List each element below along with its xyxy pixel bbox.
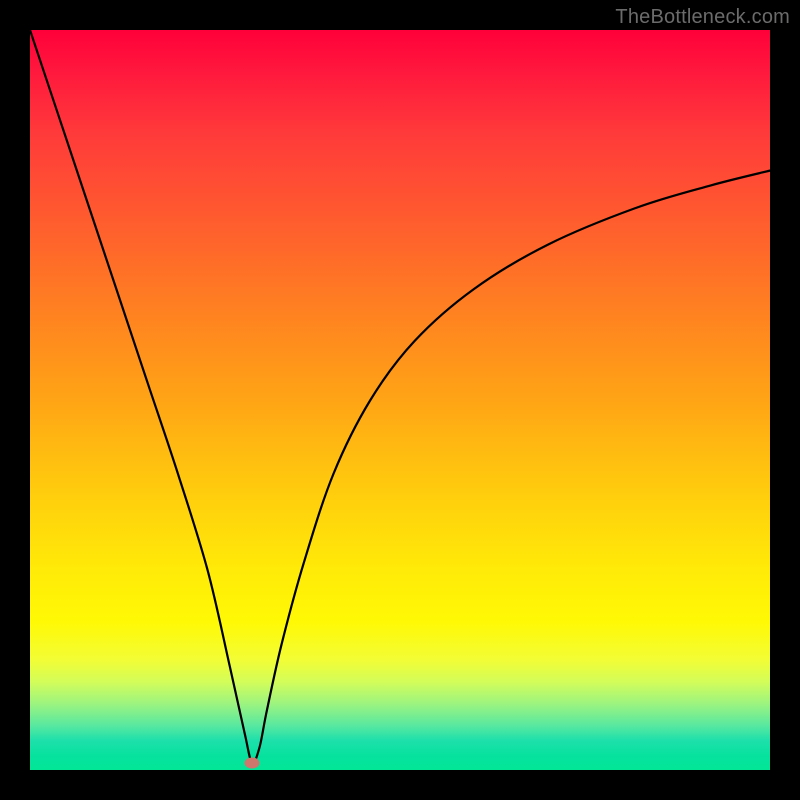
plot-area xyxy=(30,30,770,770)
optimal-point-marker xyxy=(245,757,260,768)
bottleneck-curve xyxy=(30,30,770,770)
watermark-text: TheBottleneck.com xyxy=(615,6,790,29)
chart-container: TheBottleneck.com xyxy=(0,0,800,800)
